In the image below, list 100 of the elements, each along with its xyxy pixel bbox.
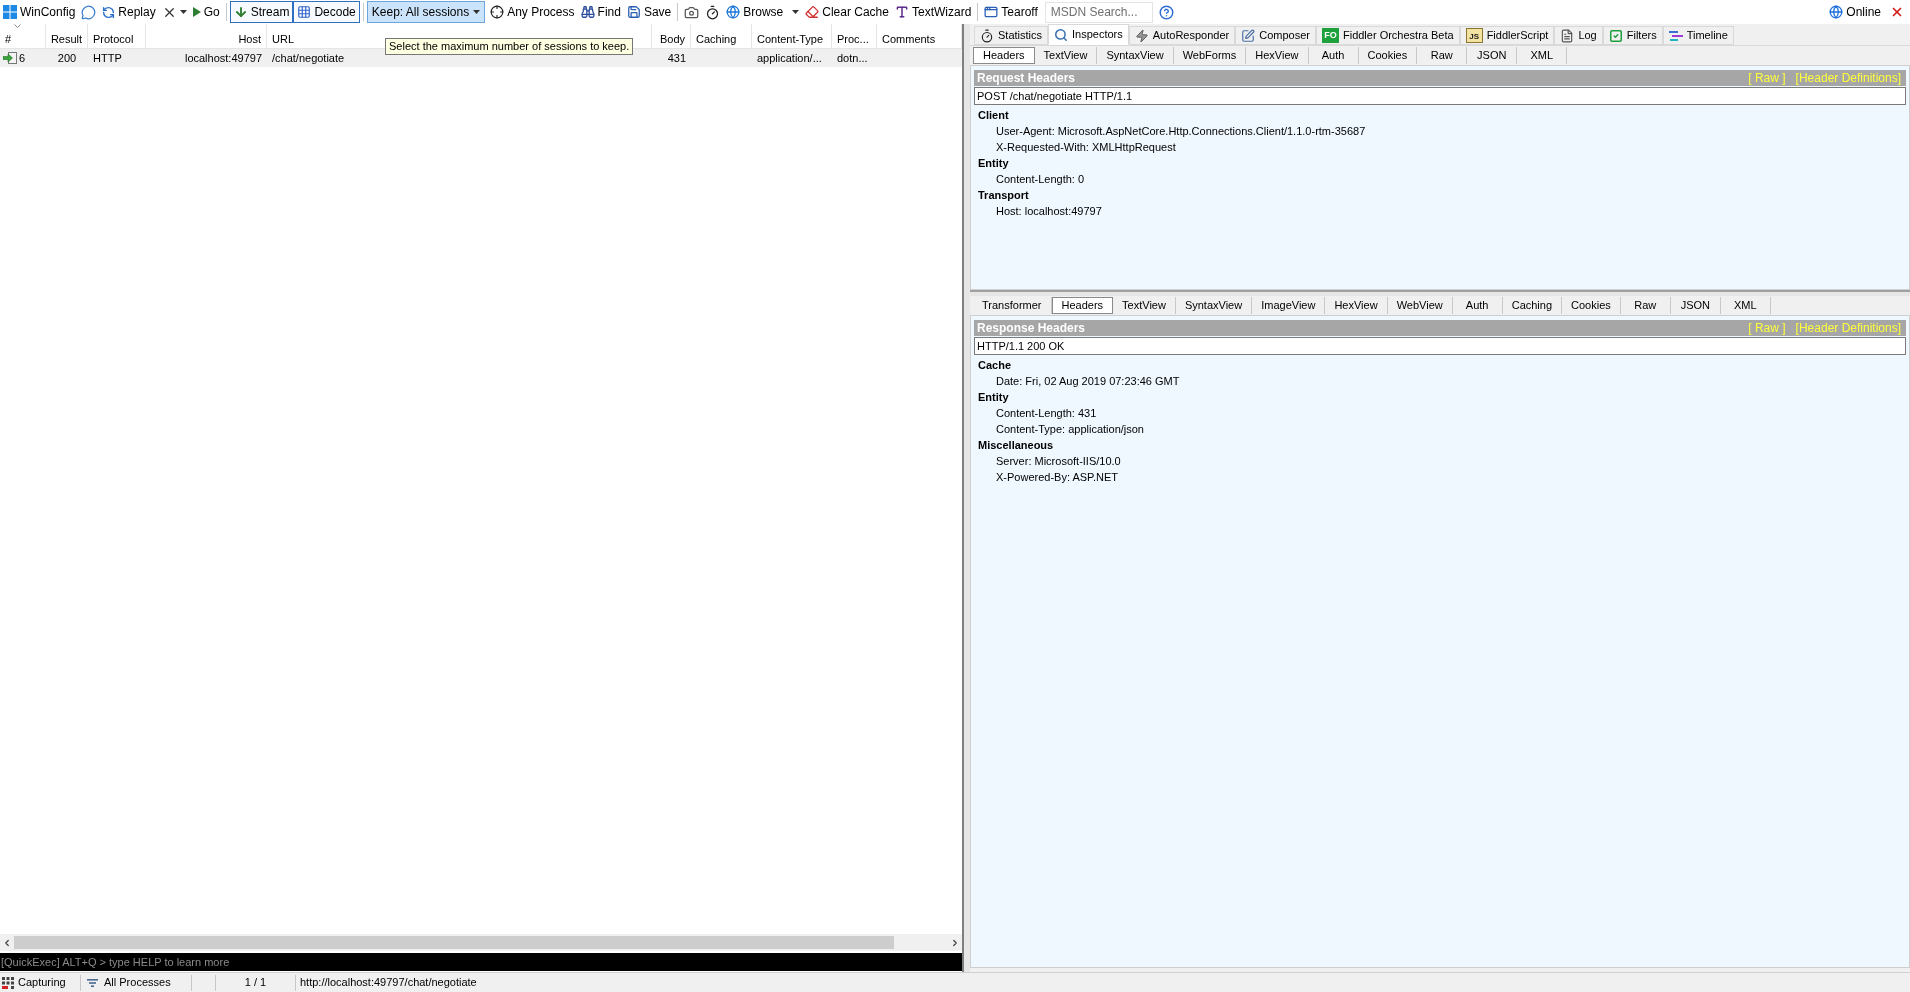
tab[interactable]: Cookies bbox=[1358, 47, 1418, 64]
column-header[interactable]: Proc... bbox=[832, 24, 877, 48]
circular-arrows-icon bbox=[102, 5, 116, 19]
header-line[interactable]: User-Agent: Microsoft.AspNetCore.Http.Connections.Client/1.1.0-rtm-35687 bbox=[996, 123, 1366, 139]
windows-logo-icon bbox=[3, 5, 17, 19]
toolbar-menu-button[interactable]: Browse bbox=[723, 1, 803, 23]
tab[interactable]: SyntaxView bbox=[1175, 297, 1253, 314]
table-cell-text: localhost:49797 bbox=[184, 50, 262, 66]
column-header[interactable]: # bbox=[0, 24, 46, 48]
column-header[interactable]: Body bbox=[652, 24, 691, 48]
tab[interactable]: Raw bbox=[1417, 47, 1468, 64]
toolbar-button[interactable]: Tearoff bbox=[981, 1, 1041, 23]
tab[interactable]: Timeline bbox=[1662, 26, 1734, 45]
splitter-handle[interactable] bbox=[962, 24, 970, 972]
toolbar-button[interactable]: Replay bbox=[99, 1, 159, 23]
tab[interactable]: Auth bbox=[1308, 47, 1359, 64]
caret-icon bbox=[179, 10, 187, 14]
tab[interactable]: Transformer bbox=[973, 297, 1052, 314]
tab[interactable]: JS FiddlerScript bbox=[1459, 26, 1555, 45]
tab[interactable]: HexView bbox=[1246, 47, 1309, 64]
header-group[interactable]: Entity bbox=[978, 155, 1009, 171]
pencil-note-icon bbox=[1241, 28, 1256, 43]
toolbar-button[interactable]: Save bbox=[623, 1, 675, 23]
capture-status[interactable]: Capturing bbox=[18, 974, 66, 991]
toolbar-button[interactable]: WinConfig bbox=[0, 1, 79, 23]
header-line[interactable]: X-Requested-With: XMLHttpRequest bbox=[996, 139, 1176, 155]
tab[interactable]: Log bbox=[1554, 26, 1603, 45]
keep-sessions-dropdown[interactable]: Keep: All sessions bbox=[366, 1, 486, 23]
header-group[interactable]: Cache bbox=[978, 357, 1012, 373]
sort-chevron-icon bbox=[14, 24, 21, 28]
toggle-button[interactable]: Stream bbox=[229, 1, 294, 23]
tab[interactable]: TextView bbox=[1034, 47, 1098, 64]
tab[interactable]: JSON bbox=[1467, 47, 1518, 64]
column-header[interactable]: Protocol bbox=[88, 24, 146, 48]
help-icon[interactable] bbox=[1158, 4, 1174, 20]
tab[interactable]: ImageView bbox=[1252, 297, 1326, 314]
table-cell-text: HTTP bbox=[93, 50, 122, 66]
column-header[interactable]: Host bbox=[146, 24, 267, 48]
toolbar-button[interactable]: Clear Cache bbox=[802, 1, 892, 23]
toolbar-button[interactable]: Go bbox=[189, 1, 223, 23]
tab[interactable]: XML bbox=[1720, 297, 1771, 314]
camera-icon[interactable] bbox=[684, 4, 700, 20]
toolbar-button[interactable]: Any Process bbox=[487, 1, 578, 23]
scrollbar-thumb[interactable] bbox=[14, 936, 894, 949]
header-group[interactable]: Transport bbox=[978, 187, 1029, 203]
header-line[interactable]: Date: Fri, 02 Aug 2019 07:23:46 GMT bbox=[996, 373, 1180, 389]
document-icon bbox=[1560, 28, 1575, 43]
tab[interactable]: XML bbox=[1517, 47, 1568, 64]
tab[interactable]: FO Fiddler Orchestra Beta bbox=[1315, 26, 1460, 45]
process-filter[interactable]: All Processes bbox=[104, 974, 171, 991]
horizontal-scrollbar[interactable] bbox=[0, 934, 962, 951]
filter-icon[interactable] bbox=[87, 978, 98, 987]
tab[interactable]: Auth bbox=[1452, 297, 1503, 314]
header-line[interactable]: Server: Microsoft-IIS/10.0 bbox=[996, 453, 1121, 469]
tab[interactable]: Filters bbox=[1602, 26, 1663, 45]
speech-bubble-icon[interactable] bbox=[81, 4, 97, 20]
chevron-left-icon[interactable] bbox=[2, 937, 12, 948]
capture-icon[interactable] bbox=[2, 976, 14, 989]
header-line[interactable]: Host: localhost:49797 bbox=[996, 203, 1102, 219]
section-title: Request Headers bbox=[977, 70, 1076, 87]
tab[interactable]: Inspectors bbox=[1048, 24, 1129, 45]
header-group[interactable]: Miscellaneous bbox=[978, 437, 1054, 453]
section-title: Response Headers bbox=[977, 320, 1086, 337]
search-field[interactable]: MSDN Search... bbox=[1044, 1, 1153, 23]
toolbar-button[interactable]: Find bbox=[577, 1, 624, 23]
tab[interactable]: Caching bbox=[1502, 297, 1563, 314]
toolbar-button[interactable]: TextWizard bbox=[891, 1, 975, 23]
online-status-button[interactable]: Online bbox=[1826, 1, 1884, 23]
tab[interactable]: JSON bbox=[1670, 297, 1721, 314]
column-header[interactable]: Caching bbox=[691, 24, 752, 48]
header-group[interactable]: Client bbox=[978, 107, 1009, 123]
close-icon[interactable] bbox=[1890, 5, 1904, 19]
stopwatch-icon[interactable] bbox=[705, 4, 721, 20]
toggle-button[interactable]: Decode bbox=[293, 1, 360, 23]
tab[interactable]: AutoResponder bbox=[1128, 26, 1236, 45]
tab[interactable]: Headers bbox=[973, 47, 1035, 64]
header-group[interactable]: Entity bbox=[978, 389, 1009, 405]
table-cell-text: 200 bbox=[57, 50, 77, 66]
tab[interactable]: WebForms bbox=[1173, 47, 1247, 64]
tab[interactable]: HexView bbox=[1325, 297, 1388, 314]
tab[interactable]: Composer bbox=[1235, 26, 1316, 45]
tab[interactable]: WebView bbox=[1387, 297, 1453, 314]
chevron-right-icon[interactable] bbox=[950, 937, 960, 948]
splitter-handle[interactable] bbox=[970, 290, 1910, 296]
tab[interactable]: Raw bbox=[1620, 297, 1671, 314]
header-line[interactable]: Content-Length: 0 bbox=[996, 171, 1085, 187]
quickexec-field[interactable]: [QuickExec] ALT+Q > type HELP to learn more bbox=[0, 953, 962, 971]
document-arrow-icon bbox=[3, 52, 17, 64]
tab[interactable]: Headers bbox=[1051, 297, 1114, 314]
tab[interactable]: TextView bbox=[1113, 297, 1176, 314]
tab[interactable]: SyntaxView bbox=[1097, 47, 1174, 64]
column-header[interactable]: Content-Type bbox=[752, 24, 832, 48]
header-line[interactable]: X-Powered-By: ASP.NET bbox=[996, 469, 1119, 485]
header-line[interactable]: Content-Type: application/json bbox=[996, 421, 1144, 437]
tab[interactable]: Statistics bbox=[974, 26, 1048, 45]
tab[interactable]: Cookies bbox=[1562, 297, 1621, 314]
table-cell-text: 431 bbox=[667, 50, 686, 66]
column-header[interactable]: Result bbox=[46, 24, 88, 48]
letter-t-icon bbox=[894, 5, 909, 19]
header-line[interactable]: Content-Length: 431 bbox=[996, 405, 1097, 421]
